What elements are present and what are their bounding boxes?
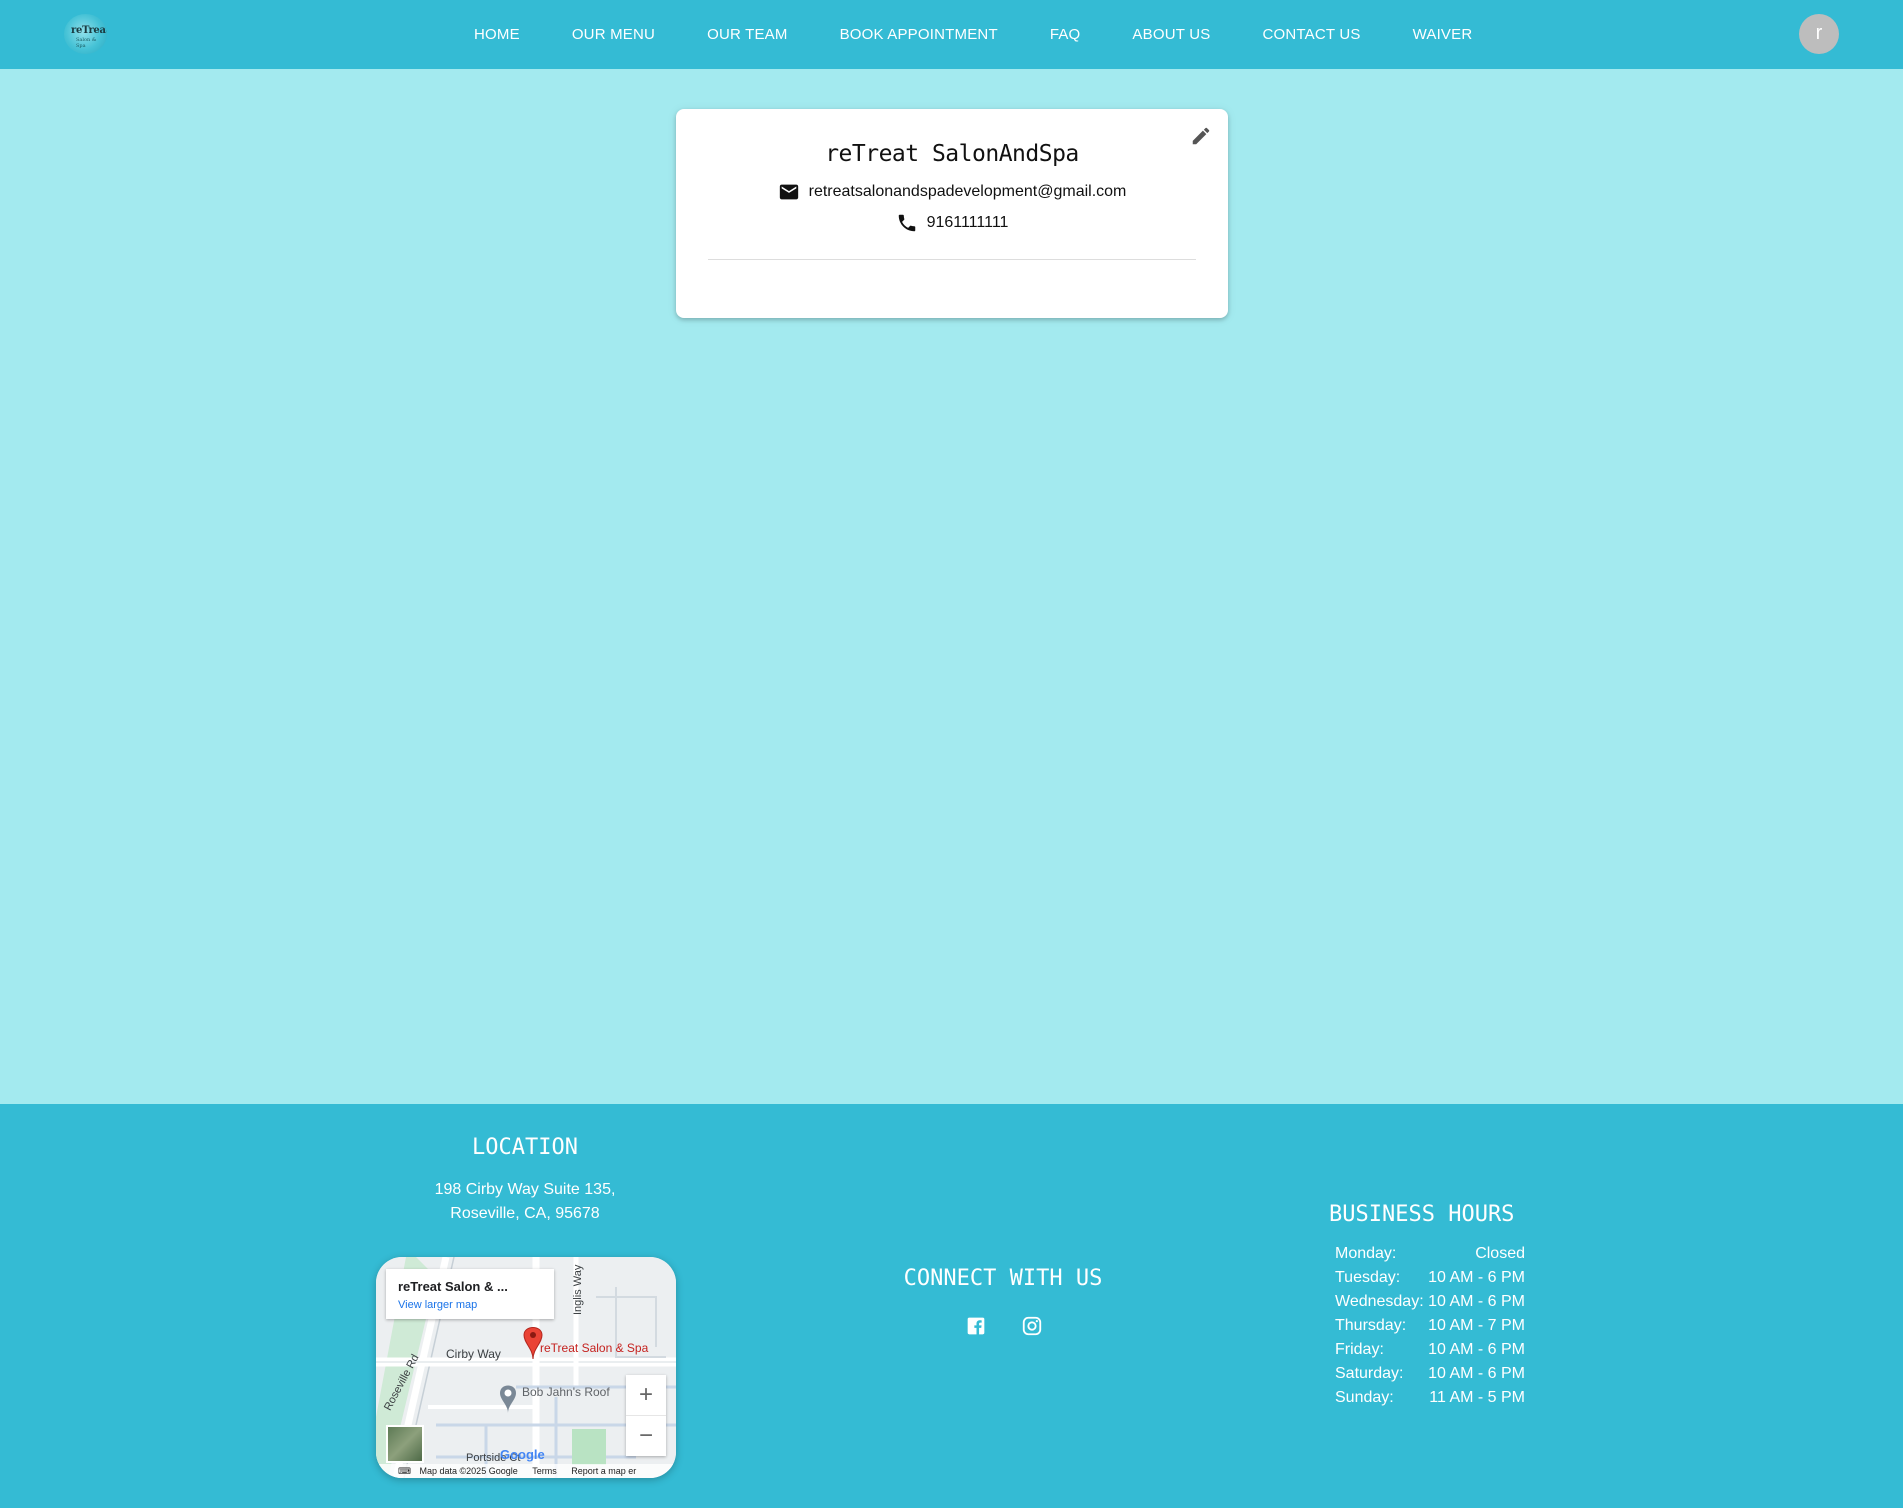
hours-row: Sunday: 11 AM - 5 PM xyxy=(1335,1389,1525,1413)
instagram-icon[interactable] xyxy=(1020,1314,1044,1338)
brand-logo[interactable]: reTreat Salon & Spa xyxy=(64,14,107,54)
hours-time: 10 AM - 6 PM xyxy=(1428,1365,1525,1382)
hours-time: 10 AM - 6 PM xyxy=(1428,1341,1525,1358)
nav-waiver[interactable]: WAIVER xyxy=(1413,26,1473,43)
satellite-toggle[interactable] xyxy=(386,1425,424,1463)
phone-icon xyxy=(898,214,915,232)
map-report-link[interactable]: Report a map er xyxy=(571,1466,636,1476)
facebook-icon[interactable] xyxy=(964,1314,988,1338)
hours-day: Thursday: xyxy=(1335,1317,1407,1334)
hours-day: Sunday: xyxy=(1335,1389,1394,1406)
map-street-inglis: Inglis Way xyxy=(572,1264,584,1315)
map-poi-label[interactable]: Bob Jahn's Roof xyxy=(522,1385,610,1399)
keyboard-icon[interactable]: ⌨ xyxy=(398,1466,411,1476)
nav-our-team[interactable]: OUR TEAM xyxy=(707,26,788,43)
google-logo: Google xyxy=(500,1447,545,1462)
hours-day: Wednesday: xyxy=(1335,1293,1424,1310)
hours-day: Tuesday: xyxy=(1335,1269,1401,1286)
hours-row: Saturday: 10 AM - 6 PM xyxy=(1335,1365,1525,1389)
email-row: retreatsalonandspadevelopment@gmail.com xyxy=(676,181,1228,203)
hours-day: Friday: xyxy=(1335,1341,1384,1358)
nav-links: HOME OUR MENU OUR TEAM BOOK APPOINTMENT … xyxy=(474,0,1524,69)
address-line-1: 198 Cirby Way Suite 135, xyxy=(434,1181,616,1198)
user-avatar[interactable]: r xyxy=(1799,14,1839,54)
map-place-title: reTreat Salon & ... xyxy=(398,1279,508,1294)
hours-time: 10 AM - 7 PM xyxy=(1428,1317,1525,1334)
logo-text: reTreat xyxy=(71,25,107,36)
address-line-2: Roseville, CA, 95678 xyxy=(450,1205,600,1222)
hours-row: Tuesday: 10 AM - 6 PM xyxy=(1335,1269,1525,1293)
nav-book-appointment[interactable]: BOOK APPOINTMENT xyxy=(840,26,998,43)
map-info-box: reTreat Salon & ... View larger map xyxy=(386,1269,554,1319)
hours-day: Monday: xyxy=(1335,1245,1397,1262)
phone-row: 9161111111 xyxy=(676,212,1228,234)
nav-home[interactable]: HOME xyxy=(474,26,520,43)
phone-text: 9161111111 xyxy=(926,214,1009,231)
hours-row: Friday: 10 AM - 6 PM xyxy=(1335,1341,1525,1365)
map-attribution: ⌨ Map data ©2025 Google Terms Report a m… xyxy=(376,1464,676,1478)
zoom-in-button[interactable]: + xyxy=(626,1375,666,1415)
hours-row: Monday: Closed xyxy=(1335,1245,1525,1269)
hours-row: Wednesday: 10 AM - 6 PM xyxy=(1335,1293,1525,1317)
map-marker-label[interactable]: reTreat Salon & Spa xyxy=(540,1341,648,1355)
map-street-cirby: Cirby Way xyxy=(446,1347,501,1361)
nav-faq[interactable]: FAQ xyxy=(1050,26,1081,43)
hours-row: Thursday: 10 AM - 7 PM xyxy=(1335,1317,1525,1341)
embedded-map[interactable]: reTreat Salon & ... View larger map reTr… xyxy=(376,1257,676,1478)
business-name: reTreat SalonAndSpa xyxy=(825,141,1079,167)
hours-day: Saturday: xyxy=(1335,1365,1404,1382)
view-larger-map-link[interactable]: View larger map xyxy=(398,1299,477,1311)
connect-title: CONNECT WITH US xyxy=(903,1266,1103,1291)
nav-contact-us[interactable]: CONTACT US xyxy=(1262,26,1360,43)
map-data-text: Map data ©2025 Google xyxy=(419,1466,518,1476)
business-hours-table: Monday: Closed Tuesday: 10 AM - 6 PM Wedne… xyxy=(1335,1245,1525,1413)
nav-our-menu[interactable]: OUR MENU xyxy=(572,26,655,43)
hours-time: 10 AM - 6 PM xyxy=(1428,1269,1525,1286)
map-zoom-controls: + − xyxy=(626,1375,666,1456)
nav-about-us[interactable]: ABOUT US xyxy=(1132,26,1210,43)
hours-time: Closed xyxy=(1475,1245,1525,1262)
zoom-out-button[interactable]: − xyxy=(626,1416,666,1456)
email-text: retreatsalonandspadevelopment@gmail.com xyxy=(808,183,1127,200)
card-divider xyxy=(708,259,1196,260)
profile-card: reTreat SalonAndSpa retreatsalonandspade… xyxy=(676,109,1228,318)
logo-subtext: Salon & Spa xyxy=(76,37,97,49)
mail-icon xyxy=(779,184,798,200)
social-links xyxy=(964,1314,1076,1338)
hours-time: 11 AM - 5 PM xyxy=(1429,1389,1525,1406)
business-hours-title: BUSINESS HOURS xyxy=(1329,1202,1515,1227)
location-title: LOCATION xyxy=(472,1135,578,1160)
address: 198 Cirby Way Suite 135, Roseville, CA, … xyxy=(325,1178,725,1226)
hours-time: 10 AM - 6 PM xyxy=(1428,1293,1525,1310)
map-terms-link[interactable]: Terms xyxy=(532,1466,557,1476)
footer: LOCATION 198 Cirby Way Suite 135, Rosevi… xyxy=(0,1104,1903,1508)
top-navbar: reTreat Salon & Spa HOME OUR MENU OUR TE… xyxy=(0,0,1903,69)
